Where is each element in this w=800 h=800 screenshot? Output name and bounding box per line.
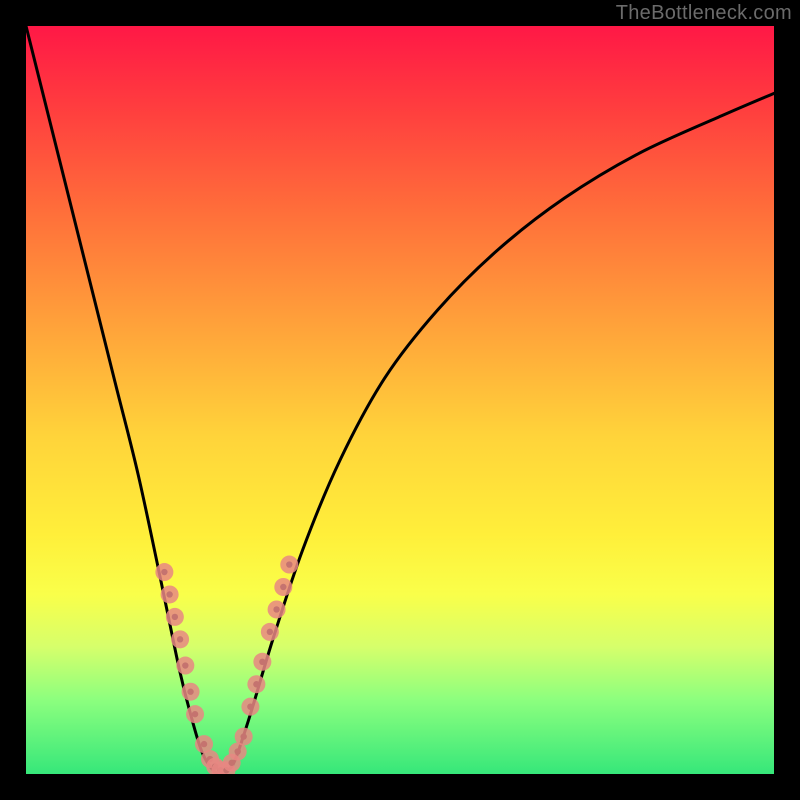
marker-dot [274,578,292,596]
marker-dot [182,683,200,701]
highlight-markers [155,556,298,774]
marker-dot [235,728,253,746]
marker-dot [261,623,279,641]
marker-dot [268,600,286,618]
marker-dot [253,653,271,671]
marker-dot [176,657,194,675]
marker-dot [171,630,189,648]
chart-plot-area [26,26,774,774]
marker-dot [155,563,173,581]
marker-dot [280,556,298,574]
marker-dot [161,585,179,603]
bottleneck-curve-svg [26,26,774,774]
marker-dot [241,698,259,716]
watermark-text: TheBottleneck.com [616,2,792,25]
curve-group [26,26,774,774]
marker-dot [166,608,184,626]
marker-dot [186,705,204,723]
bottleneck-curve-path [26,26,774,774]
marker-dot [247,675,265,693]
